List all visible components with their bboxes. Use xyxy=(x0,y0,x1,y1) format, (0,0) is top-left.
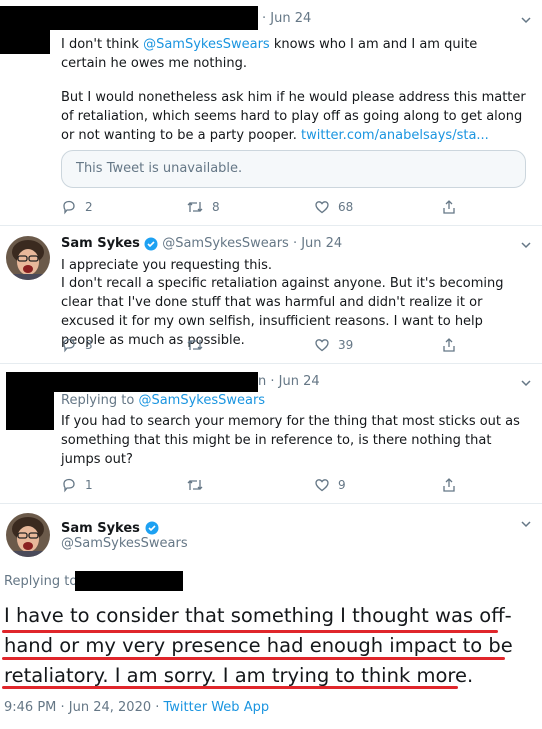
retweet-button[interactable] xyxy=(186,337,204,353)
reply-count: 1 xyxy=(85,478,93,492)
reply-icon xyxy=(63,200,75,215)
tweet1-text: I don't think @SamSykesSwears knows who … xyxy=(61,35,526,73)
chevron-down-icon[interactable] xyxy=(519,238,533,252)
share-button[interactable] xyxy=(441,477,457,493)
heart-icon xyxy=(315,339,329,352)
chevron-down-icon[interactable] xyxy=(519,376,533,390)
chevron-down-icon[interactable] xyxy=(519,517,533,531)
like-count: 68 xyxy=(338,200,354,214)
replying-label: Replying to xyxy=(61,393,139,408)
quoted-text: This Tweet is unavailable. xyxy=(76,161,243,176)
reply-icon xyxy=(63,478,75,493)
main-author: Sam Sykes xyxy=(61,517,159,536)
share-button[interactable] xyxy=(441,337,457,353)
reply-icon xyxy=(63,338,75,353)
display-name[interactable]: Sam Sykes xyxy=(61,236,140,251)
tweet1-time[interactable]: · Jun 24 xyxy=(262,11,311,26)
handle-time[interactable]: @SamSykesSwears · Jun 24 xyxy=(162,236,342,251)
tweet3-replying: Replying to @SamSykesSwears xyxy=(61,393,265,408)
avatar-image xyxy=(6,513,50,557)
divider xyxy=(0,503,542,504)
divider xyxy=(0,225,542,226)
like-count: 9 xyxy=(338,478,346,492)
share-icon xyxy=(443,478,455,492)
main-line1: I have to consider that something I thou… xyxy=(4,604,512,627)
tweet1-para2: But I would nonetheless ask him if he wo… xyxy=(61,88,526,145)
retweet-button[interactable]: 8 xyxy=(186,199,220,215)
like-button[interactable]: 9 xyxy=(314,477,346,493)
redacted-avatar xyxy=(6,388,54,430)
share-icon xyxy=(443,200,455,214)
main-tweet-text: I have to consider that something I thou… xyxy=(4,601,534,691)
heart-icon xyxy=(315,479,329,492)
like-count: 39 xyxy=(338,338,354,352)
verified-badge-icon xyxy=(144,237,158,250)
tweet3-text: If you had to search your memory for the… xyxy=(61,414,520,467)
reply-button[interactable]: 2 xyxy=(61,199,93,215)
share-icon xyxy=(443,338,455,352)
retweet-icon xyxy=(187,340,203,350)
timestamp[interactable]: 9:46 PM · Jun 24, 2020 · xyxy=(4,700,164,715)
reply-button[interactable]: 1 xyxy=(61,477,93,493)
avatar[interactable] xyxy=(6,513,50,557)
like-button[interactable]: 68 xyxy=(314,199,353,215)
retweet-icon xyxy=(187,202,203,212)
red-underline xyxy=(2,686,458,689)
verified-badge-icon xyxy=(145,521,159,534)
retweet-count: 8 xyxy=(212,200,220,214)
tweet3-time[interactable]: n · Jun 24 xyxy=(258,374,320,389)
share-button[interactable] xyxy=(441,199,457,215)
reply-button[interactable]: 3 xyxy=(61,337,93,353)
source-link[interactable]: Twitter Web App xyxy=(164,700,270,715)
divider xyxy=(0,363,542,364)
red-underline xyxy=(2,630,498,633)
redacted-avatar xyxy=(0,24,50,54)
tweet2-header: Sam Sykes @SamSykesSwears · Jun 24 xyxy=(61,236,342,251)
display-name[interactable]: Sam Sykes xyxy=(61,521,140,536)
mention-link[interactable]: @SamSykesSwears xyxy=(143,37,270,52)
heart-icon xyxy=(315,201,329,214)
tweet-link[interactable]: twitter.com/anabelsays/sta... xyxy=(301,128,489,143)
retweet-icon xyxy=(187,480,203,490)
tweet1-text-pre: I don't think xyxy=(61,37,144,52)
avatar[interactable] xyxy=(6,236,50,280)
main-replying-label: Replying to xyxy=(4,574,78,589)
replying-to-link[interactable]: @SamSykesSwears xyxy=(138,393,265,408)
main-timestamp: 9:46 PM · Jun 24, 2020 · Twitter Web App xyxy=(4,700,269,715)
quoted-tweet-unavailable[interactable]: This Tweet is unavailable. xyxy=(61,150,526,188)
like-button[interactable]: 39 xyxy=(314,337,353,353)
redacted-reply-target[interactable] xyxy=(75,571,183,591)
main-handle[interactable]: @SamSykesSwears xyxy=(61,536,188,551)
reply-count: 3 xyxy=(85,338,93,352)
tweet2-line1: I appreciate you requesting this. xyxy=(61,258,272,273)
avatar-image xyxy=(6,236,50,280)
retweet-button[interactable] xyxy=(186,477,204,493)
tweet2-line2: I don't recall a specific retaliation ag… xyxy=(61,276,504,348)
reply-count: 2 xyxy=(85,200,93,214)
red-underline xyxy=(2,657,505,660)
chevron-down-icon[interactable] xyxy=(519,13,533,27)
